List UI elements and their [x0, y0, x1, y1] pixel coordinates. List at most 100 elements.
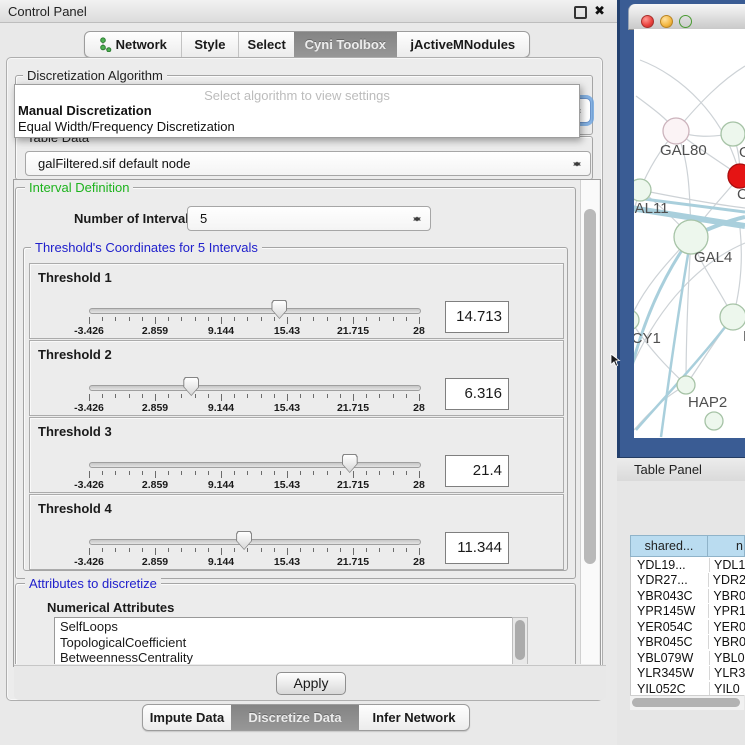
network-node-gcy1[interactable] [634, 310, 639, 330]
threshold-value-field[interactable]: 21.4 [445, 455, 509, 487]
slider-tick-label: 21.715 [331, 479, 375, 491]
table-row[interactable]: YBR045CYBR0 [631, 635, 745, 651]
table-cell-name: YDL1 [710, 558, 745, 572]
table-row[interactable]: YDR27...YDR2 [631, 573, 745, 589]
table-row[interactable]: YDL19...YDL1 [631, 557, 745, 573]
slider-tick [300, 471, 301, 475]
number-of-intervals-combo[interactable]: 5 [187, 206, 431, 231]
network-window-titlebar[interactable] [628, 4, 745, 30]
threshold-value-field[interactable]: 14.713 [445, 301, 509, 333]
dropdown-hint: Select algorithm to view settings [15, 88, 579, 103]
table-row[interactable]: YBL079WYBL0 [631, 650, 745, 666]
network-node-label: G [739, 144, 745, 161]
network-node-g[interactable] [721, 122, 745, 146]
threshold-slider-track[interactable] [89, 539, 421, 545]
threshold-panel-2: Threshold 2-3.4262.8599.14415.4321.71528… [29, 340, 564, 416]
table-row[interactable]: YPR145WYPR1 [631, 604, 745, 620]
tab-label: Network [116, 32, 167, 57]
slider-tick [393, 317, 394, 321]
slider-tick [168, 317, 169, 321]
network-node-c[interactable] [728, 164, 745, 188]
tab-discretize-data[interactable]: Discretize Data [231, 705, 359, 730]
slider-tick [247, 317, 248, 321]
network-node-hap2[interactable] [677, 376, 695, 394]
threshold-value-field[interactable]: 6.316 [445, 378, 509, 410]
close-traffic-light-icon[interactable] [641, 15, 654, 28]
threshold-label: Threshold 3 [38, 424, 112, 439]
slider-tick [155, 317, 156, 324]
tab-style[interactable]: Style [181, 32, 239, 57]
slider-tick [366, 317, 367, 321]
threshold-value-field[interactable]: 11.344 [445, 532, 509, 564]
table-data-combo[interactable]: galFiltered.sif default node [25, 151, 591, 176]
slider-tick [353, 317, 354, 324]
slider-tick [366, 394, 367, 398]
slider-tick [195, 317, 196, 321]
network-node-gal11[interactable] [634, 179, 651, 201]
threshold-slider-thumb-face [184, 378, 198, 395]
slider-tick [115, 471, 116, 475]
attributes-list-scrollbar-thumb[interactable] [515, 620, 525, 660]
number-of-intervals-value: 5 [200, 207, 207, 230]
attribute-item-betweennesscentrality[interactable]: BetweennessCentrality [55, 649, 527, 664]
threshold-slider-thumb[interactable] [183, 377, 199, 396]
application-window: Control Panel ✖ NetworkStyleSelectCyni T… [0, 0, 745, 745]
table-row[interactable]: YER054CYER0 [631, 619, 745, 635]
slider-tick-label: -3.426 [67, 325, 111, 337]
close-icon[interactable]: ✖ [594, 3, 605, 19]
slider-tick [181, 471, 182, 475]
network-canvas[interactable]: GAL80GCGAL11GAL4GCY1HHAP2 [634, 29, 745, 438]
threshold-slider-track[interactable] [89, 462, 421, 468]
network-node-gal80[interactable] [663, 118, 689, 144]
table-column-header-shared[interactable]: shared... [630, 535, 708, 557]
threshold-label: Threshold 1 [38, 270, 112, 285]
table-row[interactable]: YIL052CYIL0 [631, 681, 745, 695]
network-node-h[interactable] [720, 304, 745, 330]
settings-scrollbar-thumb[interactable] [584, 209, 596, 564]
table-cell-name: YBR0 [709, 635, 745, 649]
slider-tick [274, 394, 275, 398]
algorithm-dropdown-popup: Select algorithm to view settings Manual… [14, 84, 580, 138]
table-row[interactable]: YBR043CYBR0 [631, 588, 745, 604]
dropdown-option-manual-discretization[interactable]: Manual Discretization [18, 103, 152, 118]
float-window-icon[interactable] [574, 6, 587, 19]
slider-tick [221, 471, 222, 478]
network-node-label: GAL4 [694, 249, 732, 266]
thresholds-group-title: Threshold's Coordinates for 5 Intervals [31, 240, 262, 255]
attributes-list-scrollbar[interactable] [512, 617, 528, 664]
tab-infer-network[interactable]: Infer Network [359, 705, 469, 730]
zoom-traffic-light-icon[interactable] [679, 15, 692, 28]
slider-tick-label: 28 [397, 325, 441, 337]
threshold-slider-thumb[interactable] [236, 531, 252, 550]
dropdown-option-equal-width-frequency[interactable]: Equal Width/Frequency Discretization [18, 119, 235, 134]
slider-tick [327, 317, 328, 321]
table-horizontal-scrollbar-thumb[interactable] [632, 698, 740, 707]
network-node-label: GAL80 [660, 142, 707, 159]
threshold-slider-track[interactable] [89, 308, 421, 314]
threshold-slider-thumb[interactable] [342, 454, 358, 473]
table-cell-shared-name: YDR27... [631, 573, 709, 587]
tab-network[interactable]: Network [85, 32, 181, 57]
slider-tick [168, 548, 169, 552]
attribute-item-selfloops[interactable]: SelfLoops [55, 618, 527, 634]
slider-tick [195, 548, 196, 552]
attribute-item-topologicalcoefficient[interactable]: TopologicalCoefficient [55, 634, 527, 650]
apply-button[interactable]: Apply [276, 672, 346, 695]
slider-tick [287, 394, 288, 401]
table-column-header-name[interactable]: n [708, 535, 745, 557]
slider-tick [155, 548, 156, 555]
threshold-panel-3: Threshold 3-3.4262.8599.14415.4321.71528… [29, 417, 564, 493]
threshold-slider-track[interactable] [89, 385, 421, 391]
tab-select[interactable]: Select [238, 32, 294, 57]
table-horizontal-scrollbar[interactable] [630, 695, 744, 710]
minimize-traffic-light-icon[interactable] [660, 15, 673, 28]
tab-jactivemnodules[interactable]: jActiveMNodules [397, 32, 529, 57]
table-cell-name: YPR1 [709, 604, 745, 618]
table-row[interactable]: YLR345WYLR3 [631, 666, 745, 682]
settings-scrollbar[interactable] [580, 180, 599, 664]
tab-impute-data[interactable]: Impute Data [143, 705, 231, 730]
network-node[interactable] [705, 412, 723, 430]
table-panel-area: ⚙ ✓ ✓ shared... n YDL19...YDL1YDR27...YD… [617, 481, 745, 745]
slider-tick-label: 21.715 [331, 402, 375, 414]
tab-cyni-toolbox[interactable]: Cyni Toolbox [294, 32, 397, 57]
